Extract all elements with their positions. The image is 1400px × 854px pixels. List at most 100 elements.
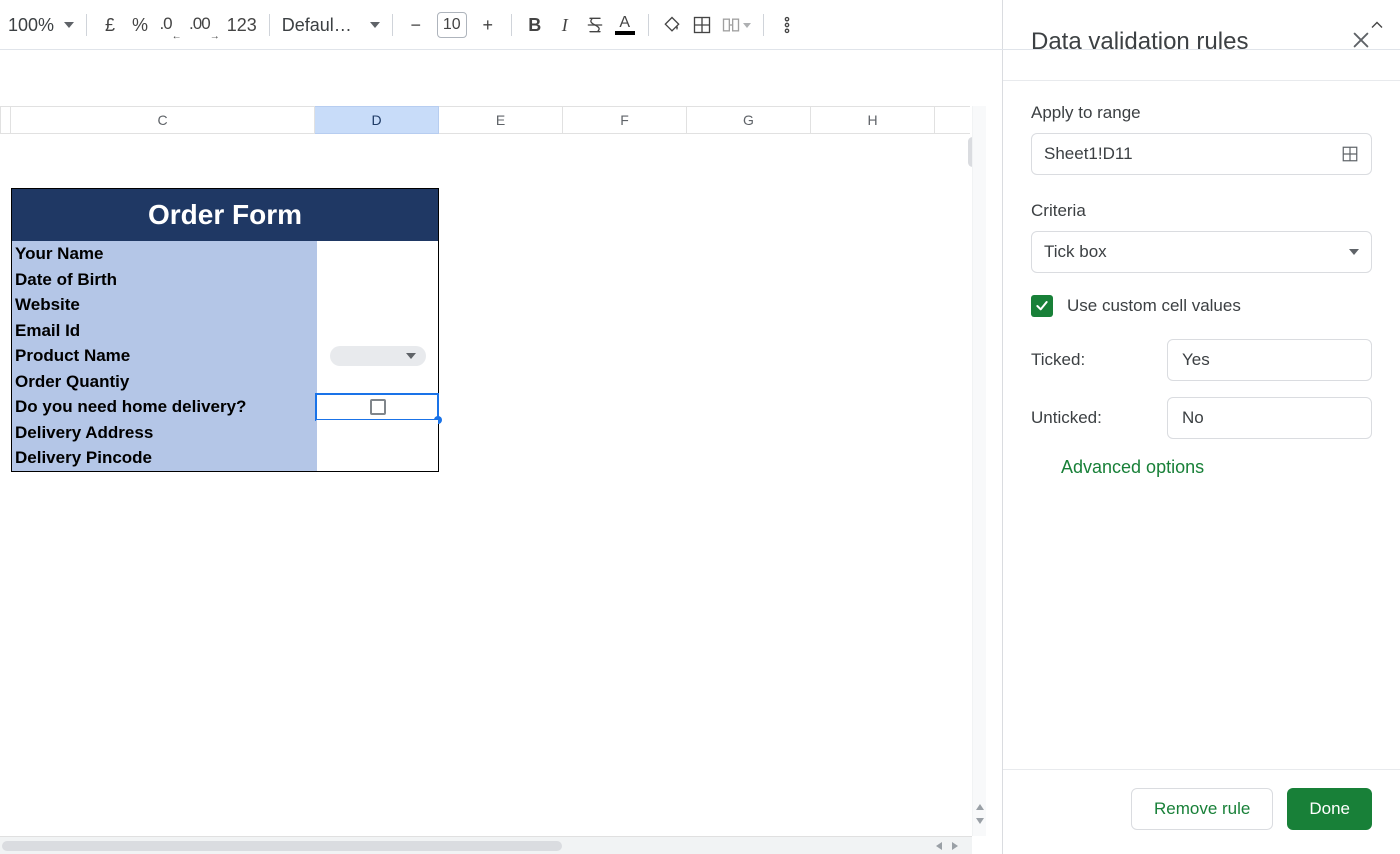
italic-button[interactable]: I xyxy=(550,10,580,40)
form-label: Do you need home delivery? (Yes/No) xyxy=(12,394,316,420)
arrow-left-icon: ← xyxy=(172,31,181,42)
column-header[interactable]: F xyxy=(563,106,687,134)
separator xyxy=(763,14,764,36)
separator xyxy=(269,14,270,36)
merge-icon xyxy=(721,15,741,35)
apply-to-range-input[interactable]: Sheet1!D11 xyxy=(1031,133,1372,175)
decrease-font-size-button[interactable]: − xyxy=(401,10,431,40)
column-header[interactable]: C xyxy=(11,106,315,134)
form-row: Your Name xyxy=(12,241,438,267)
column-header[interactable] xyxy=(0,106,11,134)
checkbox-icon[interactable] xyxy=(370,399,386,415)
strikethrough-icon xyxy=(585,15,605,35)
unticked-label: Unticked: xyxy=(1031,408,1102,428)
criteria-label: Criteria xyxy=(1031,201,1372,221)
increase-font-size-button[interactable]: + xyxy=(473,10,503,40)
custom-values-checkbox[interactable] xyxy=(1031,295,1053,317)
dropdown-chip[interactable] xyxy=(330,346,426,366)
font-family-dropdown[interactable]: Defaul… xyxy=(278,10,384,40)
form-cell[interactable] xyxy=(316,241,438,267)
format-percent-button[interactable]: % xyxy=(125,10,155,40)
form-row: Email Id xyxy=(12,318,438,344)
borders-icon xyxy=(692,15,712,35)
zoom-dropdown[interactable]: 100% xyxy=(4,10,78,40)
form-label: Product Name xyxy=(12,343,316,369)
separator xyxy=(648,14,649,36)
form-cell-checkbox[interactable] xyxy=(316,394,438,420)
paint-bucket-icon xyxy=(662,15,682,35)
scroll-left-icon[interactable] xyxy=(936,842,942,850)
sidebar-body: Apply to range Sheet1!D11 Criteria Tick … xyxy=(1003,81,1400,769)
form-cell-dropdown[interactable] xyxy=(316,343,438,369)
scroll-right-icon[interactable] xyxy=(952,842,958,850)
ticked-label: Ticked: xyxy=(1031,350,1085,370)
unticked-input[interactable]: No xyxy=(1167,397,1372,439)
zoom-value: 100% xyxy=(8,15,54,36)
data-validation-sidebar: Data validation rules Apply to range She… xyxy=(1002,0,1400,854)
column-header[interactable]: G xyxy=(687,106,811,134)
form-label: Website xyxy=(12,292,316,318)
column-header[interactable]: E xyxy=(439,106,563,134)
format-currency-button[interactable]: £ xyxy=(95,10,125,40)
merge-cells-button[interactable] xyxy=(717,10,755,40)
apply-to-range-label: Apply to range xyxy=(1031,103,1372,123)
form-label: Delivery Address xyxy=(12,420,316,446)
order-form: Order Form Your Name Date of Birth Websi… xyxy=(11,188,439,472)
form-cell[interactable] xyxy=(316,445,438,471)
color-swatch xyxy=(615,31,635,35)
ticked-value-row: Ticked: Yes xyxy=(1031,339,1372,381)
fill-color-button[interactable] xyxy=(657,10,687,40)
toolbar: 100% £ % .0← .00→ 123 Defaul… − 10 + B I… xyxy=(0,0,1400,50)
increase-decimal-button[interactable]: .00→ xyxy=(185,10,223,40)
vertical-scrollbar[interactable] xyxy=(972,106,986,836)
font-size-input[interactable]: 10 xyxy=(437,12,467,38)
column-header[interactable] xyxy=(935,106,970,134)
form-cell[interactable] xyxy=(316,369,438,395)
remove-rule-button[interactable]: Remove rule xyxy=(1131,788,1273,830)
select-range-icon[interactable] xyxy=(1341,145,1359,163)
column-headers: C D E F G H xyxy=(0,106,970,134)
form-row: Product Name xyxy=(12,343,438,369)
column-header-selected[interactable]: D xyxy=(315,106,439,134)
more-formats-button[interactable]: 123 xyxy=(223,10,261,40)
form-cell[interactable] xyxy=(316,420,438,446)
form-cell[interactable] xyxy=(316,267,438,293)
form-label: Order Quantiy xyxy=(12,369,316,395)
advanced-options-toggle[interactable]: Advanced options xyxy=(1061,457,1372,478)
strikethrough-button[interactable] xyxy=(580,10,610,40)
custom-values-label: Use custom cell values xyxy=(1067,296,1241,316)
more-vertical-icon xyxy=(777,15,797,35)
criteria-dropdown[interactable]: Tick box xyxy=(1031,231,1372,273)
form-cell[interactable] xyxy=(316,292,438,318)
form-row: Website xyxy=(12,292,438,318)
form-cell[interactable] xyxy=(316,318,438,344)
collapse-toolbar-button[interactable] xyxy=(1362,10,1392,40)
bold-button[interactable]: B xyxy=(520,10,550,40)
custom-values-checkbox-row: Use custom cell values xyxy=(1031,295,1372,317)
arrow-right-icon: → xyxy=(210,31,219,42)
ticked-input[interactable]: Yes xyxy=(1167,339,1372,381)
column-header[interactable]: H xyxy=(811,106,935,134)
form-row: Order Quantiy xyxy=(12,369,438,395)
text-color-button[interactable]: A xyxy=(610,10,640,40)
separator xyxy=(86,14,87,36)
form-label: Your Name xyxy=(12,241,316,267)
horizontal-scrollbar[interactable] xyxy=(0,836,972,854)
form-label: Delivery Pincode xyxy=(12,445,316,471)
scroll-up-icon[interactable] xyxy=(976,804,984,810)
borders-button[interactable] xyxy=(687,10,717,40)
check-icon xyxy=(1034,298,1050,314)
form-label: Email Id xyxy=(12,318,316,344)
form-row: Delivery Address xyxy=(12,420,438,446)
more-toolbar-button[interactable] xyxy=(772,10,802,40)
form-row: Delivery Pincode xyxy=(12,445,438,471)
caret-down-icon xyxy=(64,22,74,28)
scroll-down-icon[interactable] xyxy=(976,818,984,824)
form-row-selected: Do you need home delivery? (Yes/No) xyxy=(12,394,438,420)
caret-down-icon xyxy=(370,22,380,28)
caret-down-icon xyxy=(743,23,751,28)
decrease-decimal-button[interactable]: .0← xyxy=(155,10,185,40)
scrollbar-thumb[interactable] xyxy=(2,841,562,851)
done-button[interactable]: Done xyxy=(1287,788,1372,830)
form-title: Order Form xyxy=(12,189,438,241)
